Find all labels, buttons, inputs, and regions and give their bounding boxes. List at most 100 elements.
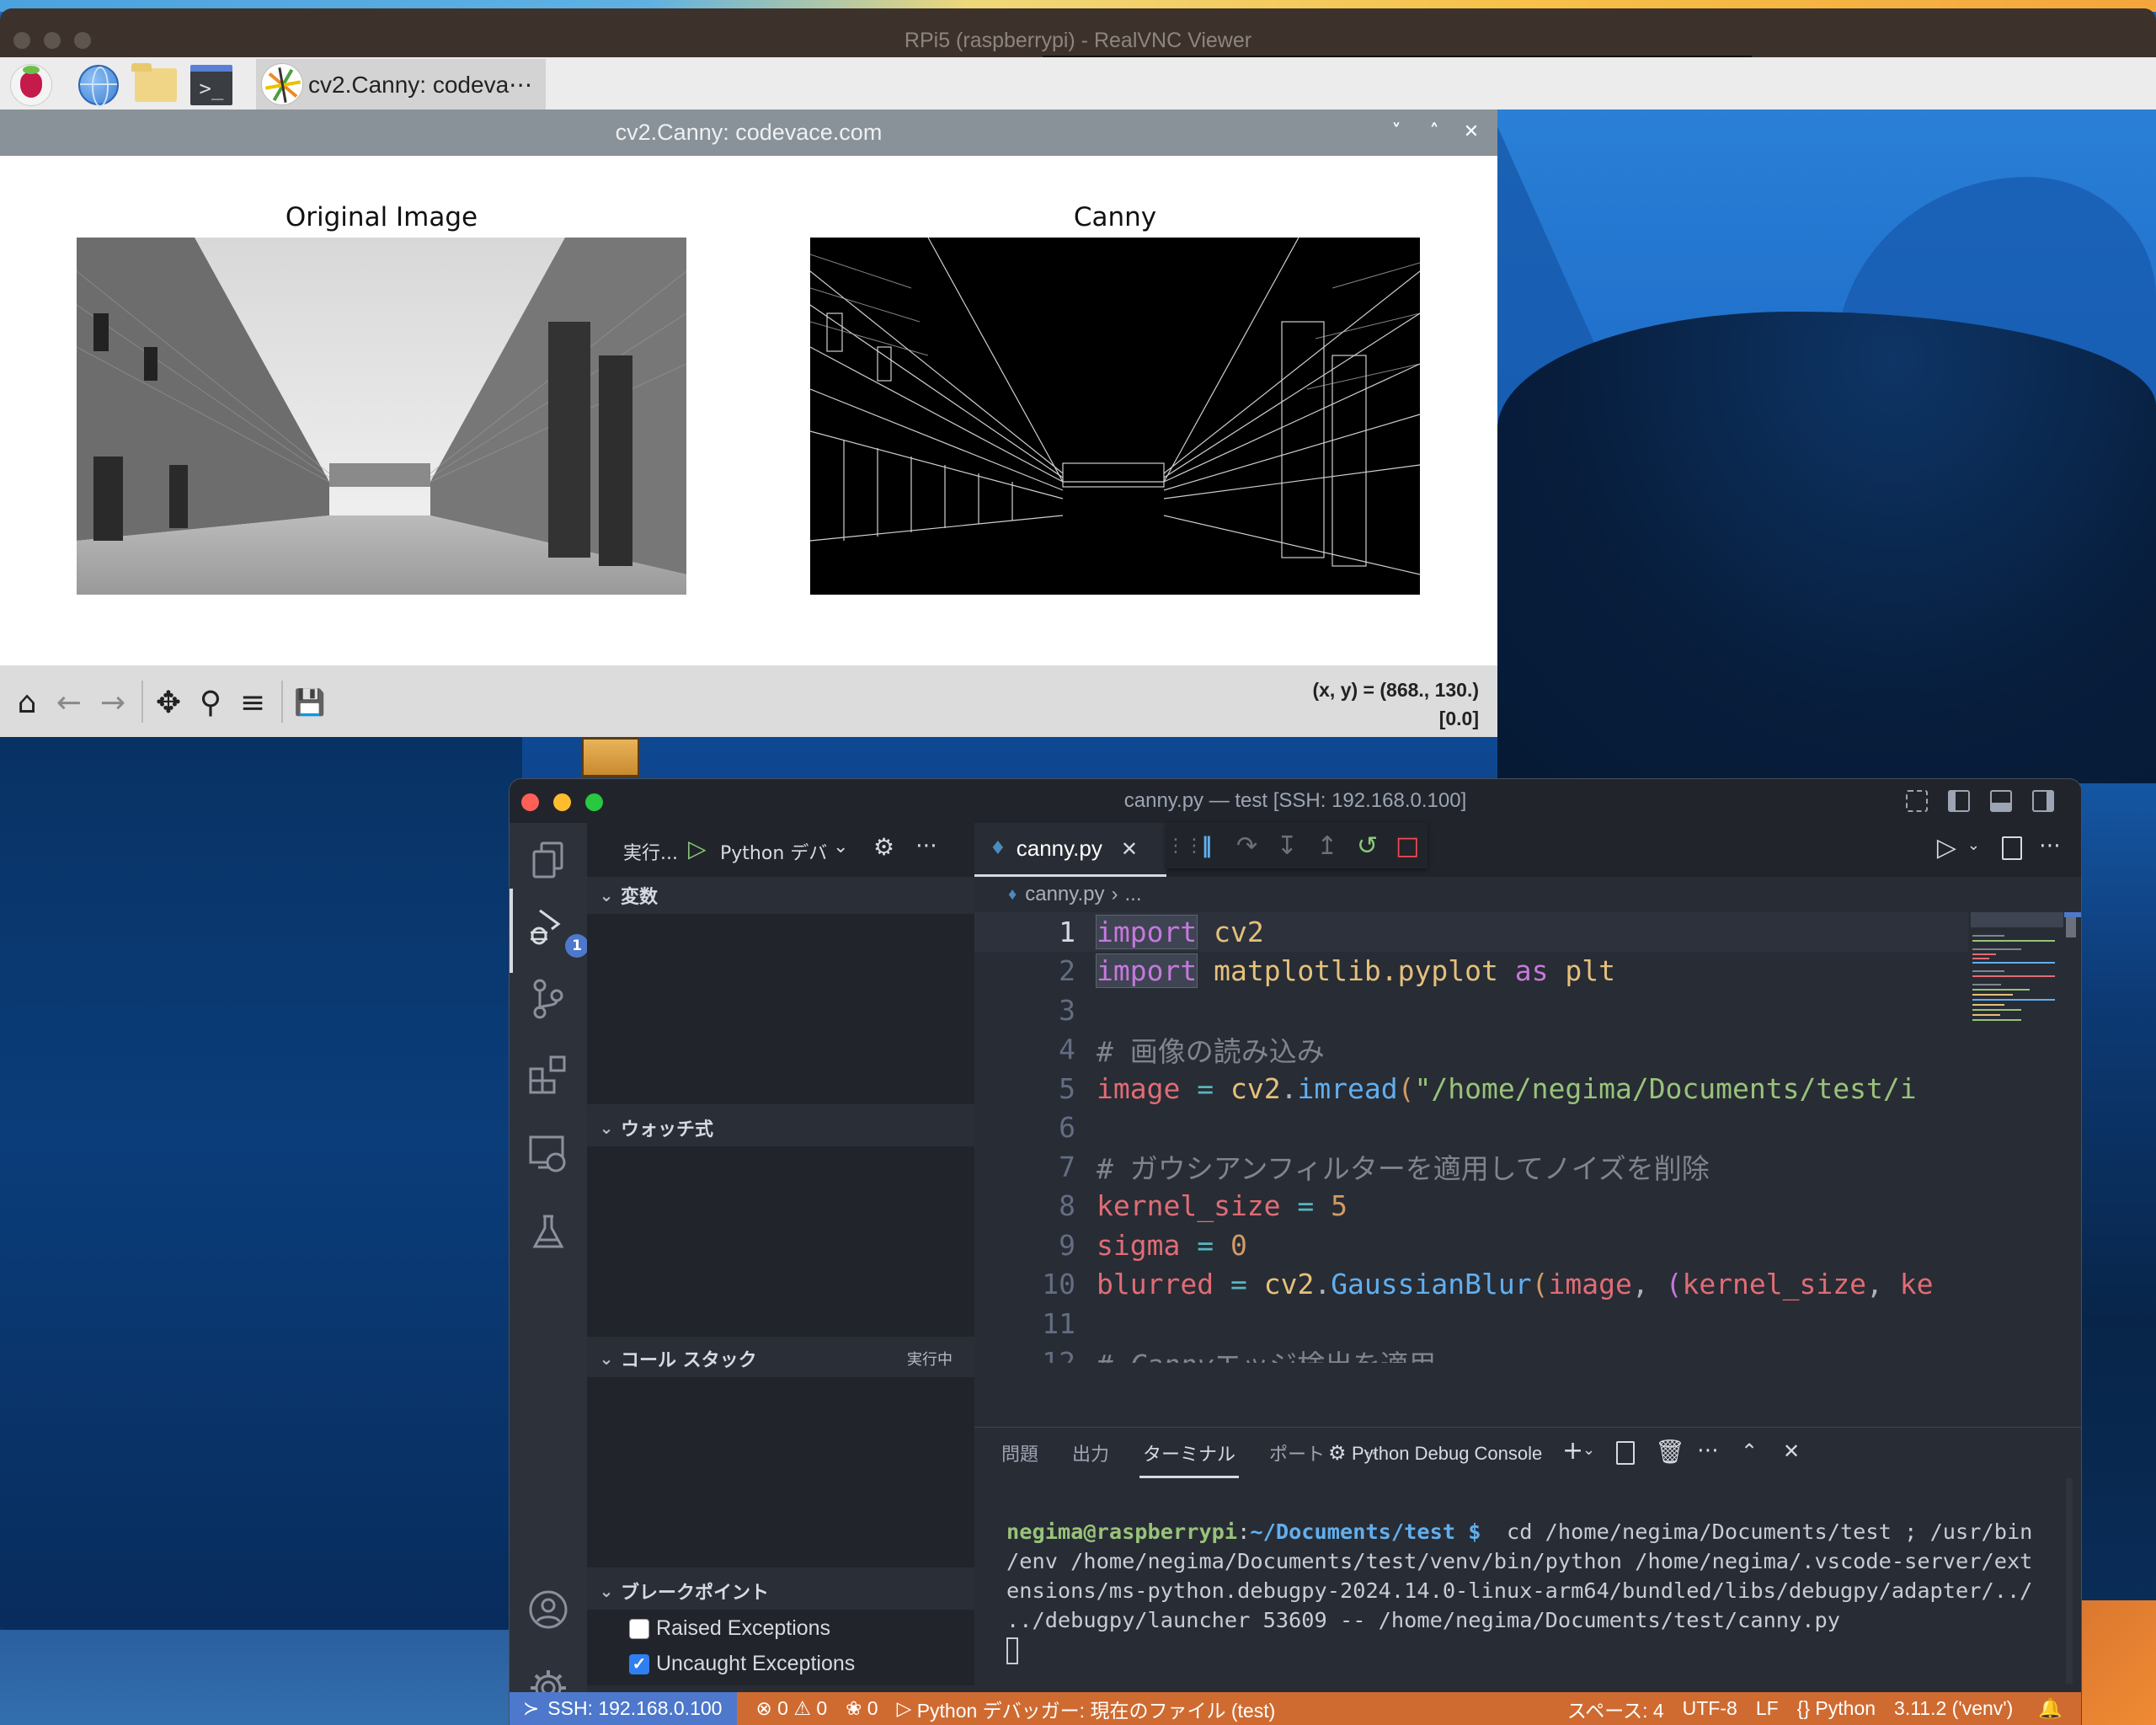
back-button[interactable]: ← xyxy=(51,684,88,721)
checkbox-checked[interactable]: ✓ xyxy=(629,1653,649,1674)
ports-indicator[interactable]: ❀ 0 xyxy=(846,1697,878,1720)
testing-button[interactable] xyxy=(528,1212,568,1252)
restart-button[interactable]: ↺ xyxy=(1348,831,1388,861)
more-actions-icon[interactable]: ⋯ xyxy=(2039,833,2061,858)
taskbar-window-button[interactable]: cv2.Canny: codeva⋯ xyxy=(256,59,546,109)
terminal-scrollbar[interactable] xyxy=(2066,1478,2073,1684)
accounts-button[interactable] xyxy=(528,1589,568,1630)
drag-handle-icon[interactable]: ⋮⋮ xyxy=(1166,836,1203,857)
stop-button[interactable]: □ xyxy=(1387,831,1428,861)
run-python-file-button[interactable]: ▷ xyxy=(1937,833,1956,862)
terminal-selector[interactable]: Python Debug Console xyxy=(1352,1443,1542,1465)
variables-section-header[interactable]: ⌄ 変数 xyxy=(587,877,974,914)
breakpoint-raised-exceptions[interactable]: Raised Exceptions xyxy=(629,1616,830,1641)
close-panel-icon[interactable]: ✕ xyxy=(1783,1439,1800,1463)
terminal-output[interactable]: negima@raspberrypi:~/Documents/test $ cd… xyxy=(1006,1517,2068,1664)
split-terminal-icon[interactable] xyxy=(1616,1441,1635,1465)
code-line[interactable]: 9 sigma = 0 xyxy=(974,1226,1968,1265)
save-button[interactable]: 💾 xyxy=(291,684,328,721)
callstack-section-header[interactable]: ⌄ コール スタック 実行中 xyxy=(587,1340,974,1377)
chevron-down-icon[interactable]: ⌄ xyxy=(1582,1441,1595,1459)
extensions-button[interactable] xyxy=(528,1055,568,1095)
breadcrumb-file[interactable]: canny.py xyxy=(1025,883,1104,906)
breakpoints-section-header[interactable]: ⌄ ブレークポイント xyxy=(587,1573,974,1610)
web-browser-launcher[interactable] xyxy=(77,64,120,107)
source-control-button[interactable] xyxy=(528,979,568,1019)
code-line[interactable]: 3 xyxy=(974,991,1968,1030)
minimap[interactable] xyxy=(1971,912,2068,1030)
toggle-primary-sidebar-icon[interactable] xyxy=(1948,790,1970,812)
notifications-bell-icon[interactable]: 🔔 xyxy=(2038,1697,2063,1720)
code-token: . xyxy=(1280,1071,1298,1105)
debug-config-indicator[interactable]: ▷ Python デバッガー: 現在のファイル (test) xyxy=(897,1695,1276,1723)
toggle-secondary-sidebar-icon[interactable] xyxy=(2032,790,2054,812)
watch-section-header[interactable]: ⌄ ウォッチ式 xyxy=(587,1109,974,1146)
breakpoint-uncaught-exceptions[interactable]: ✓ Uncaught Exceptions xyxy=(629,1652,855,1676)
close-button[interactable]: ✕ xyxy=(1459,118,1484,147)
code-line[interactable]: 5 image = cv2.imread("/home/negima/Docume… xyxy=(974,1069,1968,1108)
new-terminal-plus-icon[interactable]: + xyxy=(1562,1436,1583,1466)
code-line[interactable]: 11 xyxy=(974,1304,1968,1343)
more-actions-icon[interactable]: ⋯ xyxy=(915,833,937,858)
code-line[interactable]: 1 import cv2 xyxy=(974,912,1968,952)
matplotlib-titlebar[interactable]: cv2.Canny: codevace.com ˅ ˄ ✕ xyxy=(0,109,1497,156)
configure-subplots-button[interactable]: ≡ xyxy=(234,684,271,721)
code-line[interactable]: 8 kernel_size = 5 xyxy=(974,1187,1968,1226)
remote-explorer-button[interactable] xyxy=(528,1133,568,1173)
terminal-launcher[interactable]: >_ xyxy=(190,64,232,106)
open-launch-json-gear-icon[interactable]: ⚙ xyxy=(873,833,894,861)
more-actions-icon[interactable]: ⋯ xyxy=(1697,1438,1719,1463)
launch-config-select[interactable]: Python デバ xyxy=(720,838,827,865)
run-and-debug-button[interactable]: 1 xyxy=(528,907,589,958)
code-line[interactable]: 10 blurred = cv2.GaussianBlur(image, (ker… xyxy=(974,1265,1968,1305)
language-mode-indicator[interactable]: {} Python xyxy=(1797,1697,1876,1720)
raspberry-menu-button[interactable] xyxy=(10,64,52,106)
checkbox-unchecked[interactable] xyxy=(629,1618,649,1639)
problems-indicator[interactable]: ⊗ 0 ⚠ 0 xyxy=(755,1697,827,1720)
vscode-titlebar[interactable]: canny.py — test [SSH: 192.168.0.100] xyxy=(510,779,2081,823)
chevron-down-icon[interactable]: ⌄ xyxy=(1967,836,1980,854)
breadcrumb-symbol[interactable]: ... xyxy=(1125,883,1142,906)
code-line[interactable]: 2 import matplotlib.pyplot as plt xyxy=(974,952,1968,991)
split-editor-icon[interactable] xyxy=(2002,836,2022,860)
remote-indicator[interactable]: ≻ SSH: 192.168.0.100 xyxy=(510,1692,738,1725)
minimize-button[interactable]: ˅ xyxy=(1384,118,1409,147)
step-into-button[interactable]: ↧ xyxy=(1267,831,1307,861)
file-manager-launcher[interactable] xyxy=(131,63,177,106)
code-line[interactable]: 7 # ガウシアンフィルターを適用してノイズを削除 xyxy=(974,1147,1968,1187)
toggle-panel-icon[interactable] xyxy=(1990,790,2012,812)
chevron-down-icon[interactable]: ⌄ xyxy=(833,836,848,857)
original-image[interactable] xyxy=(77,238,686,595)
tab-ports[interactable]: ポート xyxy=(1269,1439,1325,1466)
code-line[interactable]: 6 xyxy=(974,1108,1968,1148)
encoding-indicator[interactable]: UTF-8 xyxy=(1683,1697,1737,1720)
vnc-titlebar[interactable]: RPi5 (raspberrypi) - RealVNC Viewer xyxy=(0,8,2156,57)
pan-button[interactable]: ✥ xyxy=(150,684,187,721)
explorer-button[interactable] xyxy=(528,840,568,880)
zoom-button[interactable]: ⚲ xyxy=(192,684,229,721)
code-line[interactable]: 12 # Cannyエッジ検出を適用 xyxy=(974,1343,1968,1363)
trash-icon[interactable]: 🗑 xyxy=(1655,1438,1685,1466)
tab-problems[interactable]: 問題 xyxy=(1001,1439,1038,1466)
code-line[interactable]: 4 # 画像の読み込み xyxy=(974,1030,1968,1070)
code-token: ( xyxy=(1665,1268,1683,1301)
interpreter-indicator[interactable]: 3.11.2 ('venv') xyxy=(1894,1697,2013,1720)
customize-layout-icon[interactable] xyxy=(1906,790,1928,812)
step-out-button[interactable]: ↥ xyxy=(1307,831,1348,861)
canny-image[interactable] xyxy=(810,238,1420,595)
step-over-button[interactable]: ↷ xyxy=(1227,831,1267,861)
forward-button[interactable]: → xyxy=(94,684,131,721)
close-tab-icon[interactable]: ✕ xyxy=(1121,837,1138,861)
tab-canny-py[interactable]: ♦ canny.py ✕ xyxy=(974,823,1166,877)
pause-button[interactable]: ‖ xyxy=(1187,833,1227,858)
tab-terminal[interactable]: ターミナル xyxy=(1139,1439,1240,1478)
maximize-panel-icon[interactable]: ⌃ xyxy=(1741,1439,1758,1463)
home-button[interactable]: ⌂ xyxy=(8,684,45,721)
start-debugging-button[interactable]: ▷ xyxy=(688,835,707,862)
account-icon xyxy=(529,1590,568,1629)
code-editor[interactable]: 1 import cv2 2 import matplotlib.pyplot as … xyxy=(974,912,1968,1363)
maximize-button[interactable]: ˄ xyxy=(1422,118,1447,147)
tab-output[interactable]: 出力 xyxy=(1072,1439,1109,1466)
eol-indicator[interactable]: LF xyxy=(1756,1697,1779,1720)
indentation-indicator[interactable]: スペース: 4 xyxy=(1567,1695,1664,1723)
